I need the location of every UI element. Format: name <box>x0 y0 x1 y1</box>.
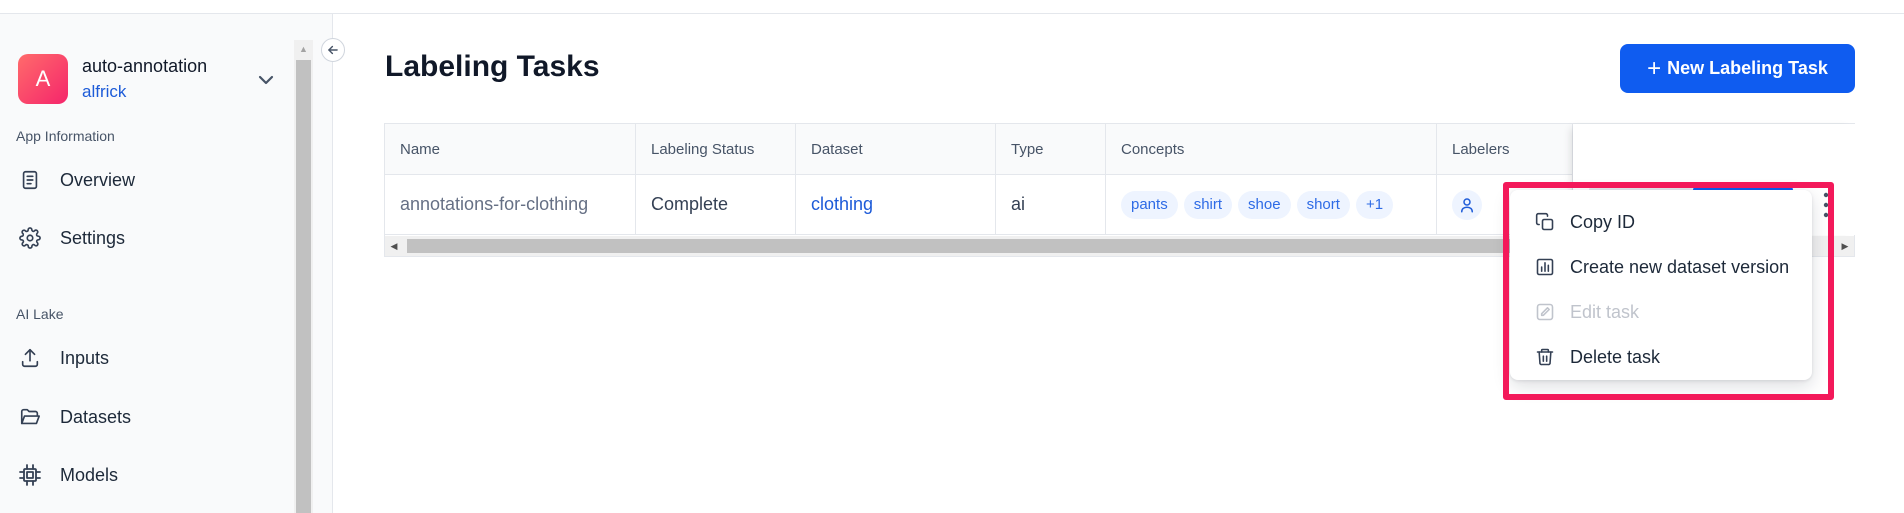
table-scroll-thumb[interactable] <box>407 239 1587 253</box>
new-labeling-task-button[interactable]: + New Labeling Task <box>1620 44 1855 93</box>
column-header-type[interactable]: Type <box>996 124 1106 174</box>
sidebar-item-label: Models <box>60 464 119 485</box>
sidebar-item-label: Datasets <box>60 406 132 427</box>
type-cell: ai <box>996 175 1106 234</box>
app-user-link[interactable]: alfrick <box>82 82 126 102</box>
arrow-left-icon <box>328 45 338 55</box>
concept-tag: short <box>1296 190 1350 219</box>
user-icon[interactable] <box>1452 189 1482 220</box>
scroll-right-arrow-icon[interactable]: ▶ <box>1836 236 1854 256</box>
more-concepts-tag[interactable]: +1 <box>1355 190 1394 219</box>
page-title: Labeling Tasks <box>385 50 600 83</box>
app-switcher[interactable]: A auto-annotation alfrick <box>18 40 283 106</box>
app-name: auto-annotation <box>82 56 208 76</box>
column-header-labeling-status[interactable]: Labeling Status <box>636 124 796 174</box>
sidebar-item-models[interactable]: Models <box>18 455 288 495</box>
new-labeling-task-label: New Labeling Task <box>1667 58 1828 78</box>
column-header-name[interactable]: Name <box>385 124 636 174</box>
sidebar-item-inputs[interactable]: Inputs <box>18 338 288 378</box>
scroll-up-arrow-icon[interactable]: ▲ <box>294 40 313 59</box>
sidebar-item-overview[interactable]: Overview <box>18 160 288 200</box>
cpu-chip-icon <box>18 463 42 487</box>
section-label-ai-lake: AI Lake <box>16 306 64 322</box>
concepts-cell: pants shirt shoe short +1 <box>1106 175 1437 234</box>
concept-tag: pants <box>1121 190 1178 219</box>
top-bar <box>0 0 1904 14</box>
scroll-left-arrow-icon[interactable]: ◀ <box>385 236 403 256</box>
section-label-app-information: App Information <box>16 128 115 144</box>
sidebar-item-label: Inputs <box>60 347 110 368</box>
app-avatar: A <box>18 54 68 104</box>
document-icon <box>18 168 42 192</box>
sidebar: A auto-annotation alfrick App Informatio… <box>0 14 333 513</box>
sidebar-item-label: Overview <box>60 169 136 190</box>
collapse-sidebar-button[interactable] <box>321 38 345 62</box>
plus-icon: + <box>1647 54 1662 82</box>
sidebar-scroll-thumb[interactable] <box>296 60 311 513</box>
sidebar-item-label: Settings <box>60 227 126 248</box>
chevron-down-icon[interactable] <box>254 68 278 92</box>
sidebar-item-datasets[interactable]: Datasets <box>18 397 288 437</box>
concept-tag: shoe <box>1238 190 1291 219</box>
column-header-labelers[interactable]: Labelers <box>1437 124 1573 174</box>
status-cell: Complete <box>636 175 796 234</box>
column-header-concepts[interactable]: Concepts <box>1106 124 1437 174</box>
highlight-annotation-box <box>1503 182 1834 400</box>
sidebar-item-settings[interactable]: Settings <box>18 218 288 258</box>
upload-icon <box>18 346 42 370</box>
gear-icon <box>18 226 42 250</box>
task-name-cell: annotations-for-clothing <box>385 175 636 234</box>
sidebar-scrollbar[interactable]: ▲ <box>294 40 313 513</box>
column-header-dataset[interactable]: Dataset <box>796 124 996 174</box>
folder-open-icon <box>18 405 42 429</box>
concept-tag: shirt <box>1183 190 1233 219</box>
dataset-link[interactable]: clothing <box>796 175 996 234</box>
